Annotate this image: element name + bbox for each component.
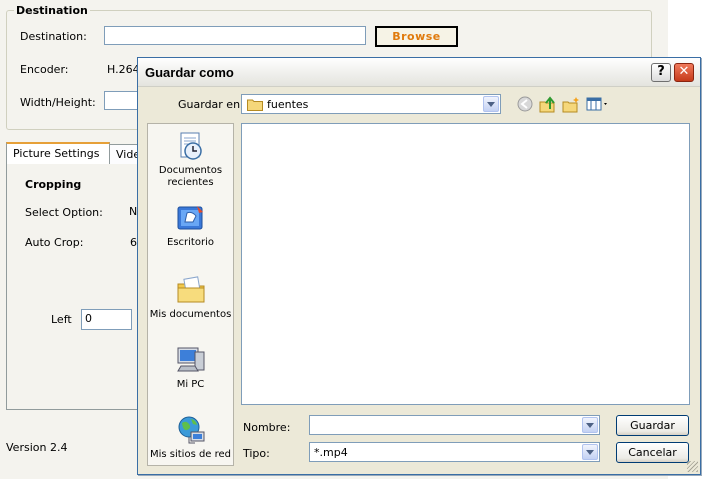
cancel-button[interactable]: Cancelar — [616, 442, 689, 463]
version-label: Version 2.4 — [6, 441, 68, 454]
help-button[interactable]: ? — [651, 63, 671, 82]
filename-label: Nombre: — [243, 421, 291, 434]
recent-documents-icon — [180, 132, 202, 160]
place-recent-documents[interactable]: Documentos recientes — [148, 130, 233, 189]
browse-button[interactable]: Browse — [375, 26, 458, 47]
chevron-down-icon[interactable] — [582, 417, 598, 433]
select-option-label: Select Option: — [25, 206, 103, 219]
place-desktop[interactable]: Escritorio — [148, 202, 233, 249]
place-network[interactable]: Mis sitios de red — [148, 414, 233, 461]
chevron-down-icon[interactable] — [582, 444, 598, 460]
desktop-icon — [177, 206, 203, 230]
dialog-title: Guardar como — [145, 65, 234, 80]
folder-icon — [247, 98, 263, 114]
network-places-icon — [178, 416, 204, 444]
dialog-titlebar[interactable]: Guardar como ? ✕ — [138, 58, 700, 87]
place-label: Mi PC — [176, 379, 205, 390]
auto-crop-label: Auto Crop: — [25, 236, 84, 249]
save-in-value: fuentes — [267, 98, 309, 111]
save-button[interactable]: Guardar — [616, 415, 689, 436]
place-label: Mis documentos — [149, 309, 232, 320]
place-label: Mis sitios de red — [149, 449, 232, 460]
place-my-computer[interactable]: Mi PC — [148, 344, 233, 391]
encoder-label: Encoder: — [20, 63, 69, 76]
encoder-value[interactable]: H.264 — [107, 63, 140, 76]
place-my-documents[interactable]: Mis documentos — [148, 274, 233, 321]
auto-crop-value: 6 — [130, 236, 137, 249]
up-folder-icon[interactable] — [539, 96, 557, 114]
back-icon[interactable] — [517, 96, 535, 114]
place-label: Escritorio — [167, 237, 214, 248]
save-in-combo[interactable]: fuentes — [241, 94, 501, 114]
new-folder-icon[interactable] — [562, 96, 580, 114]
left-crop-input[interactable]: 0 — [81, 309, 132, 330]
place-label: Documentos — [158, 165, 223, 176]
save-as-dialog: Guardar como ? ✕ Guardar en: fuentes Doc… — [137, 57, 701, 475]
cropping-heading: Cropping — [25, 178, 82, 191]
chevron-down-icon[interactable] — [483, 96, 499, 112]
filetype-combo[interactable]: *.mp4 — [309, 442, 600, 462]
my-computer-icon — [176, 347, 204, 372]
select-option-value[interactable]: N — [129, 205, 137, 218]
filetype-label: Tipo: — [243, 447, 270, 460]
view-menu-icon[interactable] — [586, 96, 610, 114]
resize-grip[interactable] — [687, 461, 698, 472]
filetype-value: *.mp4 — [314, 446, 348, 459]
my-documents-icon — [177, 276, 204, 303]
left-crop-label: Left — [51, 313, 72, 326]
filename-combo[interactable] — [309, 415, 600, 435]
tab-picture-settings[interactable]: Picture Settings — [6, 142, 110, 164]
width-height-label: Width/Height: — [20, 96, 96, 109]
place-label: recientes — [167, 177, 214, 188]
file-list[interactable] — [241, 123, 690, 405]
close-button[interactable]: ✕ — [674, 63, 694, 82]
destination-legend: Destination — [14, 4, 90, 17]
destination-input[interactable] — [104, 26, 366, 45]
destination-label: Destination: — [20, 30, 87, 43]
save-in-label: Guardar en: — [178, 98, 244, 111]
places-bar: Documentos recientes Escritorio Mis docu… — [147, 123, 234, 466]
